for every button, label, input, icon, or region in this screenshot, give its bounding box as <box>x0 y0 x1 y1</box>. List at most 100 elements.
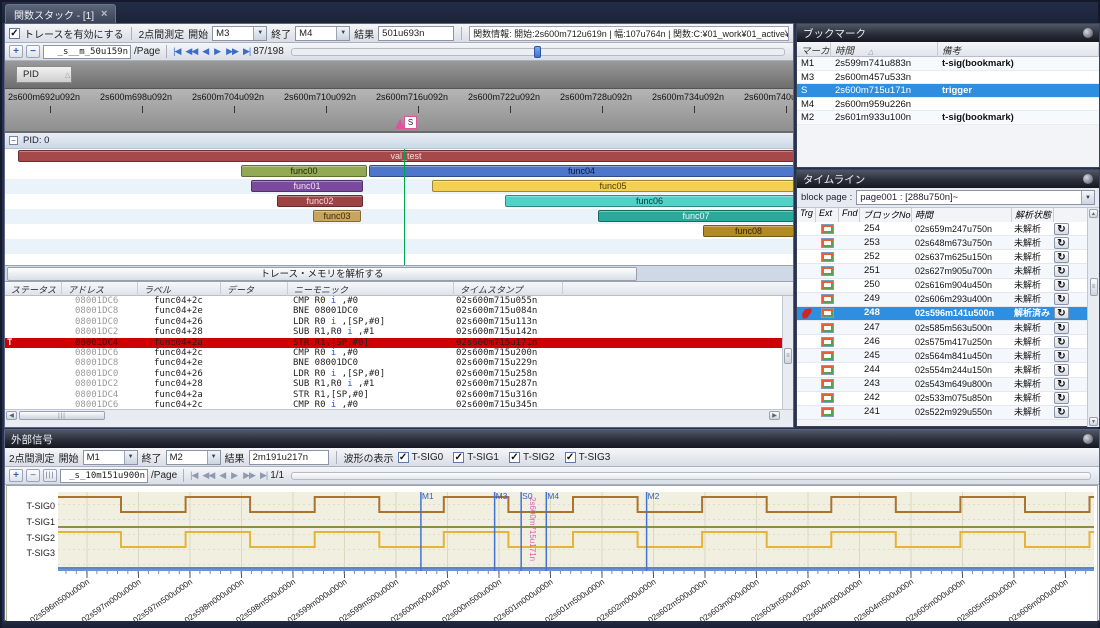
prev-page-button[interactable]: ◀ <box>219 470 226 481</box>
col-time[interactable]: 時間 <box>912 208 1012 222</box>
trace-row[interactable]: 08001DC2func04+28SUB R1,R0 i ,#102s600m7… <box>5 327 793 337</box>
fit-page-button[interactable]: ||| <box>43 469 57 482</box>
time-ruler[interactable]: 2s600m692u092n2s600m698u092n2s600m704u09… <box>5 89 793 133</box>
trace-row[interactable]: 08001DC6func04+2cCMP R0 i ,#002s600m715u… <box>5 400 793 409</box>
bookmark-row[interactable]: M12s599m741u883nt-sig(bookmark) <box>797 57 1099 71</box>
trace-col-header[interactable]: アドレス <box>62 282 138 296</box>
gantt-bar-func08[interactable]: func08 <box>703 225 793 237</box>
col-status[interactable]: 解析状態 <box>1012 208 1054 222</box>
gantt-bar-func01[interactable]: func01 <box>251 180 363 192</box>
pin-icon[interactable] <box>1083 28 1093 38</box>
start-marker-select[interactable]: M3 ▼ <box>212 26 267 41</box>
refresh-icon[interactable]: ↻ <box>1054 364 1069 376</box>
external-view-icon[interactable] <box>821 379 834 389</box>
gantt-bar-func02[interactable]: func02 <box>277 195 363 207</box>
trace-row[interactable]: 08001DC4func04+2aSTR R1,[SP,#0]02s600m71… <box>5 390 793 400</box>
refresh-icon[interactable]: ↻ <box>1054 406 1069 418</box>
timeline-row[interactable]: 24802s596m141u500n解析済み↻ <box>797 307 1089 321</box>
trace-col-header[interactable]: タイムスタンプ <box>454 282 563 296</box>
trace-row[interactable]: 08001DC6func04+2cCMP R0 i ,#002s600m715u… <box>5 348 793 358</box>
fast-next-button[interactable]: ▶▶ <box>243 470 255 481</box>
trace-row[interactable]: T08001DC4func04+2aSTR R1,[SP,#0]02s600m7… <box>5 338 793 348</box>
scroll-right-button[interactable]: ▶ <box>769 411 780 420</box>
external-view-icon[interactable] <box>821 393 834 403</box>
channel-toggle-t-sig3[interactable]: ✓T-SIG3 <box>565 452 611 463</box>
timeline-row[interactable]: 24602s575m417u250n未解析↻ <box>797 335 1089 349</box>
tab-close-icon[interactable]: × <box>101 8 107 20</box>
pin-icon[interactable] <box>1083 434 1093 444</box>
chevron-down-icon[interactable]: ▼ <box>1081 191 1094 204</box>
external-view-icon[interactable] <box>821 294 834 304</box>
analyze-trace-button[interactable]: トレース・メモリを解析する <box>7 267 637 281</box>
chevron-down-icon[interactable]: ▼ <box>207 451 220 464</box>
trace-col-header[interactable]: ステータス <box>5 282 62 296</box>
trace-row[interactable]: 08001DC6func04+2cCMP R0 i ,#002s600m715u… <box>5 296 793 306</box>
trace-table-vscrollbar[interactable]: ≡ <box>782 296 793 409</box>
channel-toggle-t-sig1[interactable]: ✓T-SIG1 <box>453 452 499 463</box>
timeline-row[interactable]: 24102s522m929u550n未解析↻ <box>797 406 1089 420</box>
page-scrollbar[interactable] <box>291 472 1091 480</box>
block-page-select[interactable]: page001 : [288u750n]~ ▼ <box>856 190 1095 205</box>
fast-prev-button[interactable]: ◀◀ <box>202 470 214 481</box>
external-view-icon[interactable] <box>821 308 834 318</box>
last-page-button[interactable]: ▶| <box>243 46 250 57</box>
refresh-icon[interactable]: ↻ <box>1054 251 1069 263</box>
end-marker-select[interactable]: M2 ▼ <box>166 450 221 465</box>
refresh-icon[interactable]: ↻ <box>1054 265 1069 277</box>
timeline-row[interactable]: 24402s554m244u150n未解析↻ <box>797 363 1089 377</box>
external-signals-header[interactable]: 外部信号 <box>5 430 1099 448</box>
col-fnd[interactable]: Fnd <box>839 208 860 222</box>
external-view-icon[interactable] <box>821 365 834 375</box>
col-ext[interactable]: Ext <box>816 208 839 222</box>
trace-enable-checkbox[interactable]: ✓ <box>9 28 20 39</box>
next-page-button[interactable]: ▶ <box>214 46 221 57</box>
first-page-button[interactable]: |◀ <box>190 470 197 481</box>
vscrollbar-thumb[interactable]: ≡ <box>1090 278 1098 296</box>
refresh-icon[interactable]: ↻ <box>1054 392 1069 404</box>
external-view-icon[interactable] <box>821 280 834 290</box>
bookmark-row[interactable]: M42s600m959u226n <box>797 98 1099 112</box>
refresh-icon[interactable]: ↻ <box>1054 279 1069 291</box>
zoom-in-button[interactable]: + <box>9 469 23 482</box>
timeline-row[interactable]: 24202s533m075u850n未解析↻ <box>797 392 1089 406</box>
timeline-row[interactable]: 25302s648m673u750n未解析↻ <box>797 236 1089 250</box>
col-time[interactable]: 時間△ <box>831 42 938 57</box>
bookmark-row[interactable]: M22s601m933u100nt-sig(bookmark) <box>797 111 1099 125</box>
gantt-bar-func07[interactable]: func07 <box>598 210 793 222</box>
scroll-up-button[interactable]: ▲ <box>1089 209 1098 218</box>
timeline-row[interactable]: 24302s543m649u800n未解析↻ <box>797 378 1089 392</box>
end-marker-select[interactable]: M4 ▼ <box>295 26 350 41</box>
gantt-bar-func03[interactable]: func03 <box>313 210 361 222</box>
channel-toggle-t-sig2[interactable]: ✓T-SIG2 <box>509 452 555 463</box>
trace-row[interactable]: 08001DC8func04+2eBNE 08001DC002s600m715u… <box>5 306 793 316</box>
refresh-icon[interactable]: ↻ <box>1054 307 1069 319</box>
timeline-vscrollbar[interactable]: ▲ ≡ ▼ <box>1087 208 1099 427</box>
trace-col-header[interactable]: データ <box>221 282 288 296</box>
chevron-down-icon[interactable]: ▼ <box>336 27 349 40</box>
timeline-header[interactable]: タイムライン <box>797 170 1099 188</box>
trace-col-header[interactable]: ニーモニック <box>288 282 454 296</box>
external-view-icon[interactable] <box>821 238 834 248</box>
gantt-bar-func05[interactable]: func05 <box>432 180 793 192</box>
gantt-bar-func00[interactable]: func00 <box>241 165 367 177</box>
external-view-icon[interactable] <box>821 266 834 276</box>
fast-next-button[interactable]: ▶▶ <box>226 46 238 57</box>
col-trg[interactable]: Trg <box>797 208 816 222</box>
zoom-out-button[interactable]: − <box>26 469 40 482</box>
page-range-input[interactable]: _s__m_50u159n <box>43 45 131 59</box>
first-page-button[interactable]: |◀ <box>173 46 180 57</box>
refresh-icon[interactable]: ↻ <box>1054 293 1069 305</box>
trace-row[interactable]: 08001DC0func04+26LDR R0 i ,[SP,#0]02s600… <box>5 317 793 327</box>
scroll-down-button[interactable]: ▼ <box>1089 417 1098 426</box>
timeline-row[interactable]: 25402s659m247u750n未解析↻ <box>797 222 1089 236</box>
checkbox-icon[interactable]: ✓ <box>509 452 520 463</box>
channel-toggle-t-sig0[interactable]: ✓T-SIG0 <box>398 452 444 463</box>
result-field[interactable]: 501u693n <box>378 26 454 41</box>
pin-icon[interactable] <box>1083 174 1093 184</box>
checkbox-icon[interactable]: ✓ <box>453 452 464 463</box>
trace-row[interactable]: 08001DC8func04+2eBNE 08001DC002s600m715u… <box>5 358 793 368</box>
trace-col-header[interactable]: ラベル <box>138 282 221 296</box>
refresh-icon[interactable]: ↻ <box>1054 223 1069 235</box>
trace-table-hscrollbar[interactable]: ◀ ||| ▶ <box>5 409 793 421</box>
next-page-button[interactable]: ▶ <box>231 470 238 481</box>
